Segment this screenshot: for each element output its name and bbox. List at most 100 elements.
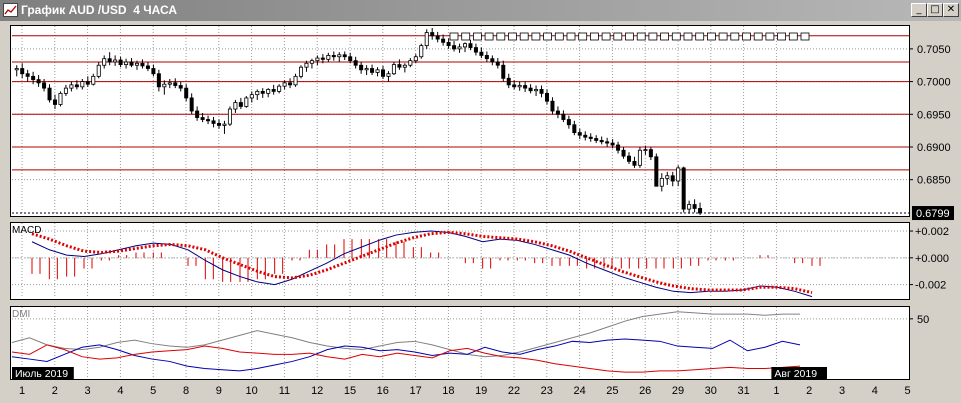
candle-body <box>238 102 243 107</box>
candle-body <box>654 156 659 187</box>
candle-body <box>506 77 511 86</box>
candle-body <box>457 46 462 50</box>
news-marker-icon <box>601 32 611 41</box>
candle-body <box>473 47 478 53</box>
news-marker-icon <box>800 32 810 41</box>
candle-body <box>583 134 588 138</box>
candle-body <box>184 87 189 99</box>
date-axis-label: 15 <box>344 385 356 397</box>
candle-body <box>545 92 550 102</box>
date-axis-label: 4 <box>872 385 878 397</box>
candle-body <box>309 60 314 64</box>
current-price-label: 0.6799 <box>916 208 950 220</box>
news-marker-icon <box>461 32 471 41</box>
candle-body <box>637 149 642 166</box>
minimize-button[interactable]: _ <box>911 3 927 17</box>
date-axis-label: 10 <box>245 385 257 397</box>
news-marker-icon <box>683 32 693 41</box>
candle-body <box>687 204 692 210</box>
date-axis-label: 2 <box>52 385 58 397</box>
price-axis-label: 0.6900 <box>917 142 951 154</box>
candle-body <box>632 160 637 166</box>
candle-body <box>129 61 134 66</box>
candle-body <box>96 64 101 77</box>
candle-body <box>605 141 610 144</box>
date-axis-label: 19 <box>475 385 487 397</box>
news-marker-icon <box>660 32 669 41</box>
news-marker-icon <box>788 32 798 41</box>
date-axis-label: 3 <box>85 385 91 397</box>
news-marker-icon <box>578 32 588 41</box>
candle-body <box>408 60 413 66</box>
candle-body <box>561 113 566 120</box>
candle-body <box>364 68 369 71</box>
candle-body <box>337 54 342 58</box>
candle-body <box>539 89 544 94</box>
dmi-axis-label: 50 <box>917 314 929 326</box>
candle-body <box>627 155 632 162</box>
maximize-button[interactable]: □ <box>927 3 943 17</box>
candle-body <box>69 84 74 89</box>
news-marker-icon <box>543 32 552 41</box>
date-axis-label: 1 <box>773 385 779 397</box>
candle-body <box>293 75 298 86</box>
close-button[interactable]: ✕ <box>943 3 959 17</box>
candle-body <box>249 94 254 99</box>
candle-body <box>435 35 440 40</box>
price-chart: 0.70500.70000.69500.69000.68500.6799MACD… <box>11 26 954 397</box>
candle-body <box>260 90 265 94</box>
candle-body <box>107 58 112 63</box>
candle-body <box>523 85 528 89</box>
price-axis-label: 0.7000 <box>917 77 951 89</box>
news-marker-icon <box>671 32 681 41</box>
candle-body <box>550 100 555 112</box>
news-marker-icon <box>472 32 482 41</box>
candle-body <box>534 89 539 92</box>
candle-body <box>391 64 396 75</box>
candle-body <box>386 73 391 77</box>
candle-body <box>80 81 85 88</box>
candle-body <box>124 61 129 65</box>
candle-body <box>577 132 582 136</box>
news-marker-icon <box>625 32 634 41</box>
candle-body <box>495 61 500 66</box>
news-marker-icon <box>449 32 459 41</box>
date-axis-label: 1 <box>19 385 25 397</box>
candle-body <box>151 68 156 75</box>
candle-body <box>490 58 495 63</box>
macd-signal-line <box>31 230 813 295</box>
candle-body <box>348 56 353 62</box>
candle-body <box>676 167 681 182</box>
candle-body <box>233 102 238 110</box>
macd-axis-label: +0.002 <box>915 226 949 238</box>
date-axis-label: 30 <box>705 385 717 397</box>
candle-body <box>140 62 145 67</box>
candle-body <box>375 69 380 73</box>
date-axis-label: 5 <box>905 385 911 397</box>
date-axis-label: 4 <box>117 385 123 397</box>
candle-body <box>178 85 183 89</box>
candle-body <box>266 89 271 94</box>
candle-body <box>484 55 489 60</box>
date-axis-label: 16 <box>377 385 389 397</box>
news-marker-icon <box>718 32 728 41</box>
candle-body <box>479 51 484 56</box>
price-axis-label: 0.6950 <box>917 109 951 121</box>
candle-body <box>85 81 90 85</box>
date-axis-label: 22 <box>508 385 520 397</box>
dmi-label: DMI <box>12 309 30 320</box>
candle-body <box>342 54 347 58</box>
macd-axis-label: -0.002 <box>915 280 946 292</box>
candle-body <box>304 62 309 68</box>
candle-body <box>446 41 451 47</box>
date-axis-label: 11 <box>279 385 290 397</box>
price-axis-label: 0.7050 <box>917 44 951 56</box>
date-axis-label: 25 <box>606 385 618 397</box>
candle-body <box>102 58 107 66</box>
candle-body <box>380 69 385 77</box>
candle-body <box>621 149 626 157</box>
candle-body <box>331 55 336 58</box>
candle-body <box>397 64 402 68</box>
candle-body <box>167 82 172 85</box>
candle-body <box>326 55 331 60</box>
